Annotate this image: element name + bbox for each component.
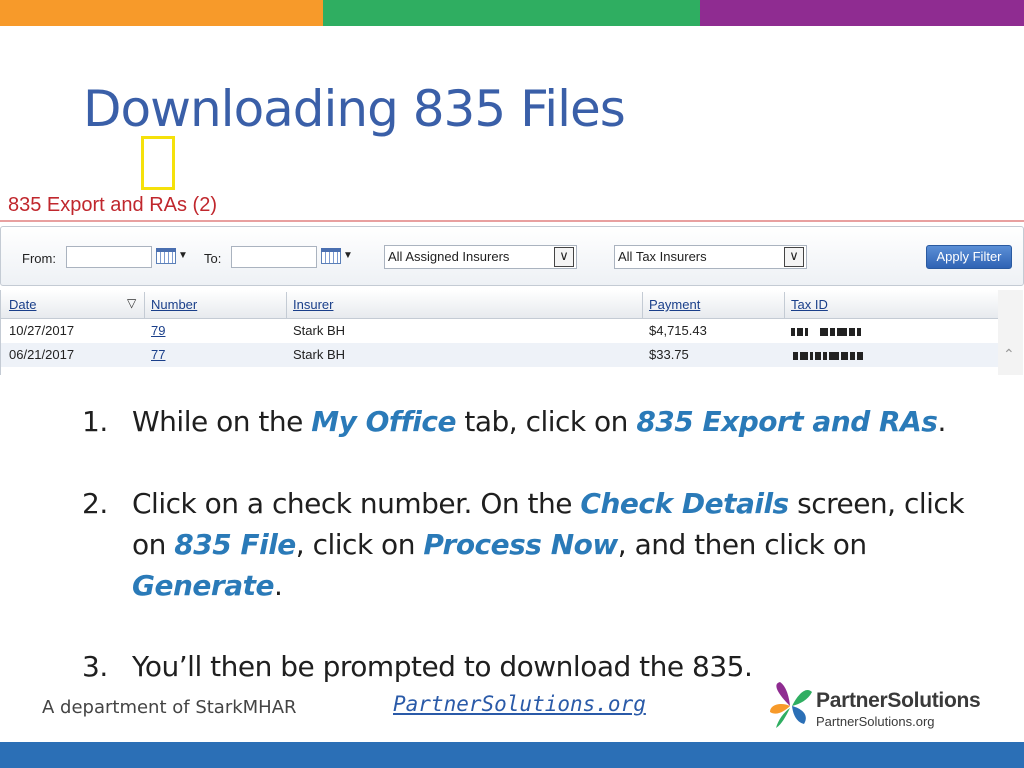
column-divider bbox=[642, 292, 643, 318]
from-calendar-icon[interactable]: ▼ bbox=[156, 248, 188, 266]
column-header-date[interactable]: Date bbox=[9, 297, 36, 312]
check-number-highlight bbox=[141, 136, 175, 190]
table-row: 06/21/2017 77 Stark BH $33.75 bbox=[1, 343, 998, 367]
emphasis-835-export: 835 Export and RAs bbox=[636, 405, 938, 438]
column-divider bbox=[286, 292, 287, 318]
to-calendar-icon[interactable]: ▼ bbox=[321, 248, 353, 266]
slide-title: Downloading 835 Files bbox=[83, 80, 626, 138]
sort-arrow-icon[interactable]: ▽ bbox=[127, 296, 136, 310]
check-number-link[interactable]: 77 bbox=[151, 347, 165, 362]
column-header-payment[interactable]: Payment bbox=[649, 297, 700, 312]
column-header-number[interactable]: Number bbox=[151, 297, 197, 312]
emphasis-process-now: Process Now bbox=[423, 528, 618, 561]
logo-wordmark: PartnerSolutions bbox=[816, 689, 981, 712]
redacted-tax-id bbox=[791, 328, 863, 336]
apply-filter-button[interactable]: Apply Filter bbox=[926, 245, 1012, 269]
row-date: 10/27/2017 bbox=[9, 323, 75, 338]
tax-insurer-select[interactable]: All Tax Insurers ∨ bbox=[614, 245, 807, 269]
to-label: To: bbox=[204, 251, 222, 266]
to-date-input[interactable] bbox=[231, 246, 317, 268]
table-header: Date ▽ Number Insurer Payment Tax ID bbox=[1, 290, 998, 319]
redacted-tax-id bbox=[793, 352, 865, 360]
insurer-select[interactable]: All Assigned Insurers ∨ bbox=[384, 245, 577, 269]
tax-select-value: All Tax Insurers bbox=[618, 249, 707, 264]
logo-subtext: PartnerSolutions.org bbox=[816, 714, 935, 729]
row-date: 06/21/2017 bbox=[9, 347, 75, 362]
row-insurer: Stark BH bbox=[293, 347, 346, 362]
top-color-bar-green bbox=[323, 0, 700, 26]
emphasis-generate: Generate bbox=[132, 569, 274, 602]
butterfly-logo-icon bbox=[770, 682, 812, 728]
step-number: 1. bbox=[82, 405, 108, 438]
step-text: Click on a check number. On the Check De… bbox=[132, 487, 965, 602]
partner-solutions-logo: PartnerSolutions PartnerSolutions.org bbox=[768, 680, 1008, 732]
top-color-bar-orange bbox=[0, 0, 323, 26]
step-number: 3. bbox=[82, 650, 108, 683]
step-text: While on the My Office tab, click on 835… bbox=[132, 405, 946, 438]
app-screenshot: 835 Export and RAs (2) From: ▼ To: ▼ All… bbox=[0, 180, 1024, 375]
column-header-tax-id[interactable]: Tax ID bbox=[791, 297, 828, 312]
insurer-select-value: All Assigned Insurers bbox=[388, 249, 510, 264]
check-number-link[interactable]: 79 bbox=[151, 323, 165, 338]
filter-bar: From: ▼ To: ▼ All Assigned Insurers ∨ Al… bbox=[0, 226, 1024, 286]
emphasis-835-file: 835 File bbox=[174, 528, 296, 561]
scroll-up-icon[interactable]: ⌃ bbox=[1003, 346, 1015, 363]
bottom-color-bar bbox=[0, 742, 1024, 768]
column-divider bbox=[784, 292, 785, 318]
top-color-bar-purple bbox=[700, 0, 1024, 26]
table-row: 10/27/2017 79 Stark BH $4,715.43 bbox=[1, 319, 998, 343]
screenshot-page-title: 835 Export and RAs (2) bbox=[8, 194, 217, 216]
screenshot-title-rule bbox=[0, 220, 1024, 222]
from-date-input[interactable] bbox=[66, 246, 152, 268]
column-divider bbox=[144, 292, 145, 318]
chevron-down-icon[interactable]: ∨ bbox=[554, 247, 574, 267]
footer-url-link[interactable]: PartnerSolutions.org bbox=[393, 692, 646, 716]
emphasis-check-details: Check Details bbox=[580, 487, 789, 520]
column-header-insurer[interactable]: Insurer bbox=[293, 297, 333, 312]
emphasis-my-office: My Office bbox=[311, 405, 456, 438]
from-label: From: bbox=[22, 251, 56, 266]
table-scrollbar[interactable]: ⌃ bbox=[998, 290, 1023, 375]
step-number: 2. bbox=[82, 487, 108, 520]
footer-department: A department of StarkMHAR bbox=[42, 697, 297, 718]
row-insurer: Stark BH bbox=[293, 323, 346, 338]
row-payment: $33.75 bbox=[649, 347, 689, 362]
chevron-down-icon[interactable]: ∨ bbox=[784, 247, 804, 267]
row-payment: $4,715.43 bbox=[649, 323, 707, 338]
results-table: Date ▽ Number Insurer Payment Tax ID 10/… bbox=[0, 290, 1023, 375]
